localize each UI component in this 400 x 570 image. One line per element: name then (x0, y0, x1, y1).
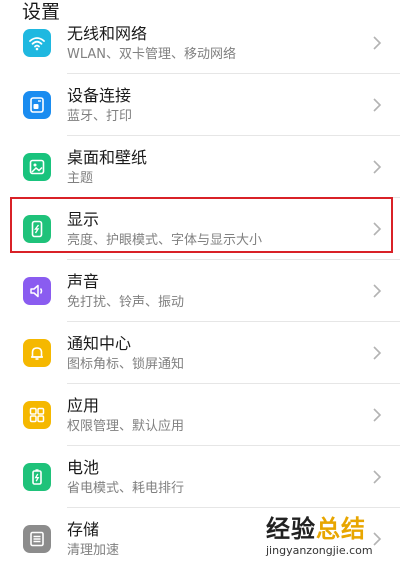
chevron-right-icon (371, 468, 383, 486)
settings-item-subtitle: 图标角标、锁屏通知 (67, 357, 185, 372)
wifi-icon (23, 29, 51, 57)
settings-item-title: 显示 (67, 210, 100, 229)
settings-item-title: 存储 (67, 520, 100, 539)
apps-icon (23, 401, 51, 429)
settings-item-storage[interactable]: 存储 清理加速 (0, 508, 400, 570)
display-icon (23, 215, 51, 243)
settings-item-title: 设备连接 (67, 86, 132, 105)
settings-item-sound[interactable]: 声音 免打扰、铃声、振动 (0, 260, 400, 322)
settings-item-subtitle: 权限管理、默认应用 (67, 419, 185, 434)
settings-item-title: 无线和网络 (67, 24, 148, 43)
settings-item-title: 通知中心 (67, 334, 132, 353)
settings-item-subtitle: 清理加速 (67, 543, 120, 558)
page-title: 设置 (22, 1, 61, 23)
settings-item-subtitle: 免打扰、铃声、振动 (67, 295, 185, 310)
header: 设置 (0, 0, 400, 26)
chevron-right-icon (371, 282, 383, 300)
chevron-right-icon (371, 158, 383, 176)
chevron-right-icon (371, 220, 383, 238)
settings-item-title: 桌面和壁纸 (67, 148, 148, 167)
settings-item-subtitle: 主题 (67, 171, 94, 186)
settings-item-subtitle: 蓝牙、打印 (67, 109, 133, 124)
settings-item-home-wallpaper[interactable]: 桌面和壁纸 主题 (0, 136, 400, 198)
settings-item-title: 应用 (67, 396, 100, 415)
device-connection-icon (23, 91, 51, 119)
chevron-right-icon (371, 406, 383, 424)
battery-icon (23, 463, 51, 491)
bell-icon (23, 339, 51, 367)
settings-item-apps[interactable]: 应用 权限管理、默认应用 (0, 384, 400, 446)
settings-item-title: 声音 (67, 272, 100, 291)
storage-icon (23, 525, 51, 553)
settings-item-display[interactable]: 显示 亮度、护眼模式、字体与显示大小 (0, 198, 400, 260)
wallpaper-icon (23, 153, 51, 181)
sound-icon (23, 277, 51, 305)
settings-item-title: 电池 (67, 458, 100, 477)
chevron-right-icon (371, 96, 383, 114)
settings-item-subtitle: WLAN、双卡管理、移动网络 (67, 47, 237, 62)
settings-item-battery[interactable]: 电池 省电模式、耗电排行 (0, 446, 400, 508)
settings-item-subtitle: 省电模式、耗电排行 (67, 481, 185, 496)
settings-list: 无线和网络 WLAN、双卡管理、移动网络 设置 设备连接 蓝牙、打印 桌面和壁纸… (0, 0, 400, 567)
settings-item-subtitle: 亮度、护眼模式、字体与显示大小 (67, 233, 263, 248)
chevron-right-icon (371, 344, 383, 362)
settings-item-notification-center[interactable]: 通知中心 图标角标、锁屏通知 (0, 322, 400, 384)
chevron-right-icon (371, 34, 383, 52)
settings-item-device-connection[interactable]: 设备连接 蓝牙、打印 (0, 74, 400, 136)
chevron-right-icon (371, 530, 383, 548)
